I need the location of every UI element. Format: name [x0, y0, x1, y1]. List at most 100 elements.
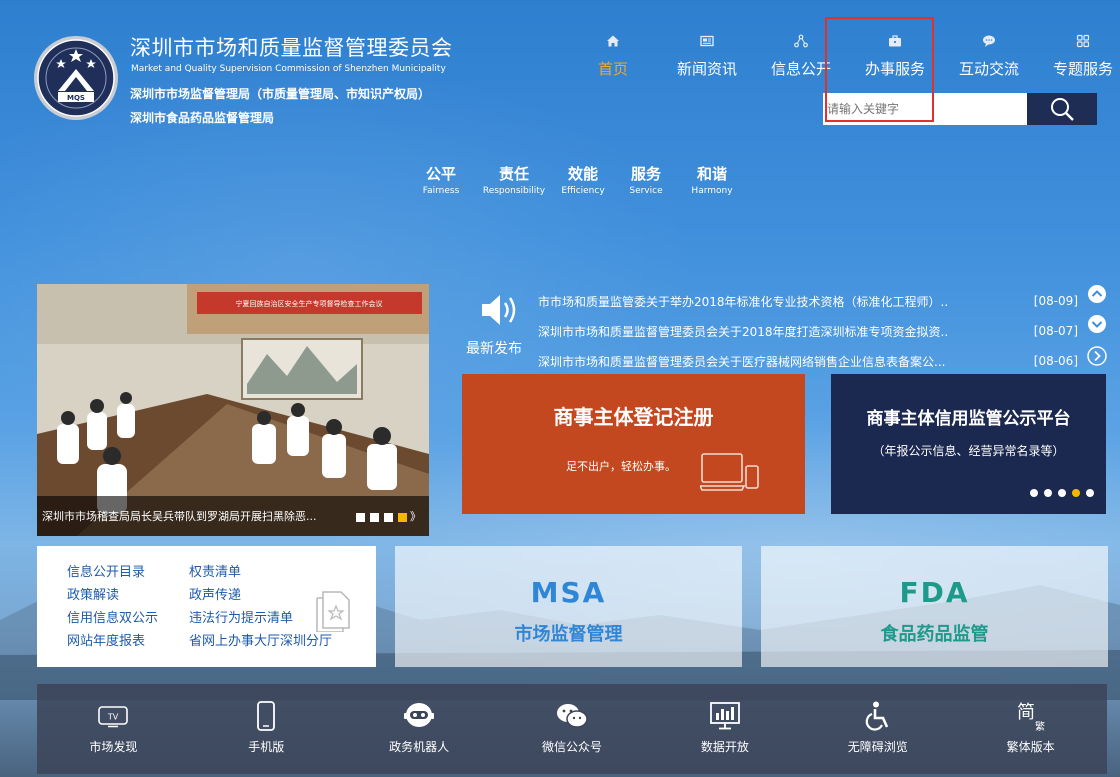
tv-icon: TV [98, 706, 129, 728]
bottom-label: 繁体版本 [1006, 740, 1055, 754]
card-subtitle: （年报公示信息、经营异常名录等） [872, 444, 1065, 458]
accessibility-icon [865, 701, 888, 731]
value-service: 服务 Service [621, 163, 671, 196]
nav-item-interaction[interactable]: 互动交流 [942, 34, 1036, 79]
news-slider[interactable]: 宁夏回族自治区安全生产专项督导检查工作会议 深圳市市场稽查局局长吴兵带队到罗湖局… [37, 284, 429, 536]
newspaper-icon [700, 35, 714, 47]
bottom-item-accessibility[interactable]: 无障碍浏览 [801, 684, 954, 774]
fda-name: 食品药品监管 [880, 624, 989, 645]
link-credit-disclosure[interactable]: 信用信息双公示 [67, 610, 189, 627]
banner-text: 宁夏回族自治区安全生产专项督导检查工作会议 [236, 299, 383, 308]
chart-monitor-icon [709, 702, 740, 730]
site-logo[interactable]: MQS [33, 35, 119, 121]
mobile-icon [257, 701, 276, 731]
site-title-en: Market and Quality Supervision Commissio… [131, 64, 446, 74]
site-title: 深圳市市场和质量监督管理委员会 [130, 36, 453, 60]
news-item[interactable]: 深圳市市场和质量监督管理委员会关于医疗器械网络销售企业信息表备案公... [08… [538, 346, 1078, 376]
nav-label: 首页 [597, 60, 628, 78]
bottom-item-mobile[interactable]: 手机版 [190, 684, 343, 774]
nav-label: 新闻资讯 [676, 60, 737, 78]
slider-dot[interactable] [384, 513, 393, 522]
svg-text:繁: 繁 [1035, 720, 1045, 732]
grid-icon [1076, 34, 1090, 48]
news-down-button[interactable] [1087, 314, 1107, 334]
value-en: Responsibility [482, 186, 546, 196]
slider-dots [351, 513, 407, 522]
fda-logo: FDA [899, 576, 970, 609]
value-en: Service [629, 186, 663, 196]
value-zh: 责任 [498, 165, 529, 183]
slider-caption[interactable]: 深圳市市场稽查局局长吴兵带队到罗湖局开展扫黑除恶... [42, 508, 317, 524]
nav-item-home[interactable]: 首页 [566, 34, 660, 79]
bottom-item-market-discovery[interactable]: TV 市场发现 [37, 684, 190, 774]
search-button[interactable] [1027, 93, 1097, 125]
link-power-list[interactable]: 权责清单 [189, 564, 329, 581]
card-title: 商事主体信用监管公示平台 [866, 409, 1071, 429]
nav-item-topics[interactable]: 专题服务 [1036, 34, 1120, 79]
bottom-label: 微信公众号 [542, 740, 603, 754]
link-policy-interpretation[interactable]: 政策解读 [67, 587, 189, 604]
news-list: 市市场和质量监管委关于举办2018年标准化专业技术资格（标准化工程师）.. [0… [538, 286, 1078, 376]
card-dots [1024, 489, 1094, 497]
quick-links-box: 信息公开目录 权责清单 政策解读 政声传递 信用信息双公示 违法行为提示清单 网… [37, 546, 376, 667]
news-title: 深圳市市场和质量监督管理委员会关于医疗器械网络销售企业信息表备案公... [538, 354, 946, 369]
slider-dot-active[interactable] [398, 513, 407, 522]
credit-platform-card[interactable]: 商事主体信用监管公示平台 （年报公示信息、经营异常名录等） [831, 374, 1106, 514]
link-violation-list[interactable]: 违法行为提示清单 [189, 610, 329, 627]
value-responsibility: 责任 Responsibility [471, 163, 557, 196]
news-date: [08-07] [1033, 324, 1078, 338]
value-en: Efficiency [561, 186, 605, 196]
fda-card[interactable]: FDA 食品药品监管 [761, 546, 1108, 667]
svg-text:简: 简 [1017, 702, 1035, 723]
bottom-item-open-data[interactable]: 数据开放 [648, 684, 801, 774]
bottom-item-robot[interactable]: 政务机器人 [343, 684, 496, 774]
slider-next-button[interactable]: 》 [410, 508, 421, 524]
nav-label: 互动交流 [958, 60, 1019, 78]
card-title: 商事主体登记注册 [553, 405, 714, 429]
slider-dot[interactable] [356, 513, 365, 522]
business-registration-card[interactable]: 商事主体登记注册 足不出户，轻松办事。 [462, 374, 805, 514]
card-dot[interactable] [1058, 489, 1066, 497]
link-annual-report[interactable]: 网站年度报表 [67, 633, 189, 650]
value-en: Fairness [422, 186, 460, 196]
card-dot[interactable] [1044, 489, 1052, 497]
value-fairness: 公平 Fairness [421, 163, 461, 196]
svg-text:TV: TV [107, 713, 119, 722]
news-title: 深圳市市场和质量监督管理委员会关于2018年度打造深圳标准专项资金拟资.. [538, 324, 949, 339]
link-online-hall[interactable]: 省网上办事大厅深圳分厅 [189, 633, 332, 650]
value-harmony: 和谐 Harmony [687, 163, 737, 196]
documents-icon [316, 591, 350, 632]
bottom-toolbar: TV 市场发现 手机版 政务机器人 微信公众号 数据开放 无障碍浏览 简繁 繁体… [37, 684, 1107, 774]
link-government-voice[interactable]: 政声传递 [189, 587, 329, 604]
bottom-item-wechat[interactable]: 微信公众号 [496, 684, 649, 774]
value-zh: 公平 [425, 165, 456, 183]
news-item[interactable]: 深圳市市场和质量监督管理委员会关于2018年度打造深圳标准专项资金拟资.. [0… [538, 316, 1078, 346]
news-up-button[interactable] [1087, 284, 1107, 304]
bottom-label: 政务机器人 [389, 740, 450, 754]
bottom-label: 无障碍浏览 [847, 740, 908, 754]
nav-item-news[interactable]: 新闻资讯 [660, 34, 754, 79]
card-subtitle: 足不出户，轻松办事。 [566, 460, 676, 473]
msa-card[interactable]: MSA 市场监督管理 [395, 546, 742, 667]
card-dot[interactable] [1030, 489, 1038, 497]
network-icon [794, 34, 808, 48]
card-dot[interactable] [1086, 489, 1094, 497]
news-more-button[interactable] [1087, 346, 1107, 366]
robot-icon [404, 703, 435, 727]
link-info-catalog[interactable]: 信息公开目录 [67, 564, 189, 581]
core-values: 公平 Fairness 责任 Responsibility 效能 Efficie… [421, 163, 737, 196]
quick-links: 信息公开目录 权责清单 政策解读 政声传递 信用信息双公示 违法行为提示清单 网… [67, 564, 332, 650]
msa-logo: MSA [530, 576, 607, 609]
value-zh: 服务 [630, 165, 661, 183]
card-dot-active[interactable] [1072, 489, 1080, 497]
value-zh: 和谐 [696, 165, 727, 183]
slider-dot[interactable] [370, 513, 379, 522]
news-item[interactable]: 市市场和质量监管委关于举办2018年标准化专业技术资格（标准化工程师）.. [0… [538, 286, 1078, 316]
traditional-chinese-icon: 简繁 [1017, 702, 1045, 732]
value-efficiency: 效能 Efficiency [557, 163, 609, 196]
chat-icon [983, 35, 995, 47]
msa-name: 市场监督管理 [514, 624, 623, 645]
wechat-icon [557, 704, 588, 728]
news-date: [08-09] [1033, 294, 1078, 308]
bottom-item-traditional[interactable]: 简繁 繁体版本 [954, 684, 1107, 774]
